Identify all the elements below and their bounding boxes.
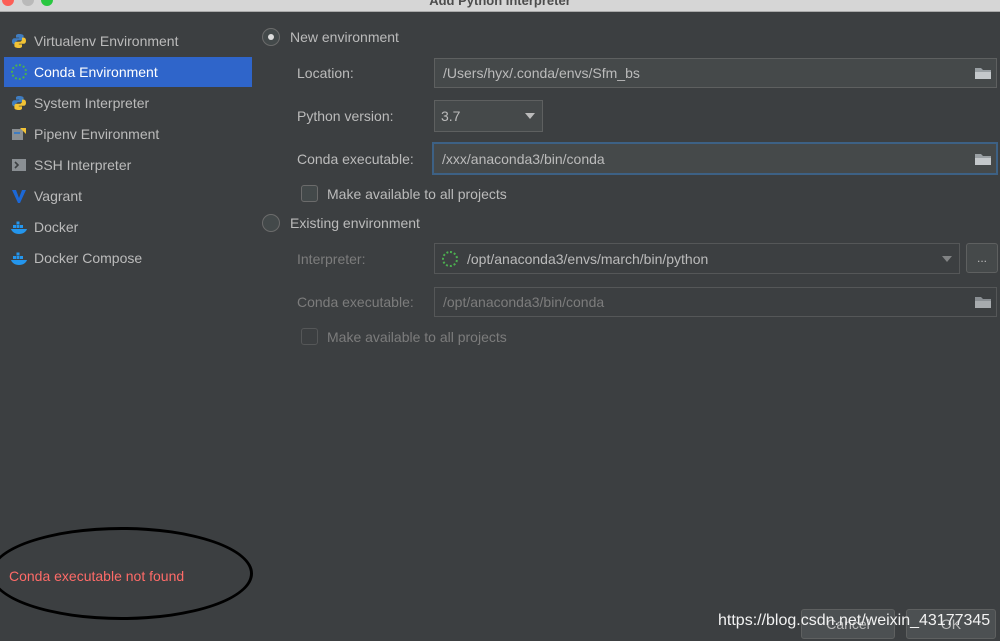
error-message: Conda executable not found: [9, 568, 185, 584]
make-available-label: Make available to all projects: [327, 185, 507, 202]
sidebar-item-docker[interactable]: Docker: [4, 212, 252, 242]
sidebar-item-ssh[interactable]: SSH Interpreter: [4, 150, 252, 180]
sidebar-item-label: Docker: [34, 219, 79, 235]
python-version-value: 3.7: [441, 108, 461, 124]
pipenv-icon: [10, 125, 28, 143]
sidebar-item-label: Virtualenv Environment: [34, 33, 179, 49]
location-label: Location:: [297, 65, 354, 81]
window-title: Add Python Interpreter: [429, 0, 571, 8]
conda-executable-field[interactable]: /xxx/anaconda3/bin/conda: [432, 142, 998, 175]
make-available-checkbox[interactable]: [301, 185, 318, 202]
make-available-checkbox-row[interactable]: Make available to all projects: [301, 185, 507, 202]
docker-icon: [10, 218, 28, 236]
existing-make-available-checkbox[interactable]: [301, 328, 318, 345]
vagrant-icon: [10, 187, 28, 205]
existing-environment-label: Existing environment: [290, 215, 420, 231]
folder-icon[interactable]: [970, 144, 996, 173]
sidebar-item-label: Vagrant: [34, 188, 82, 204]
existing-make-available-checkbox-row[interactable]: Make available to all projects: [301, 328, 507, 345]
existing-conda-executable-value: /opt/anaconda3/bin/conda: [443, 294, 605, 310]
python-icon: [10, 94, 28, 112]
python-version-label: Python version:: [297, 108, 394, 124]
location-field[interactable]: /Users/hyx/.conda/envs/Sfm_bs: [434, 58, 997, 88]
chevron-down-icon: [935, 255, 959, 262]
existing-conda-executable-field[interactable]: /opt/anaconda3/bin/conda: [434, 287, 997, 317]
sidebar-item-label: Docker Compose: [34, 250, 143, 266]
sidebar-item-label: Conda Environment: [34, 64, 158, 80]
existing-conda-executable-label: Conda executable:: [297, 294, 414, 310]
python-version-select[interactable]: 3.7: [434, 100, 543, 132]
sidebar-item-virtualenv[interactable]: Virtualenv Environment: [4, 26, 252, 56]
terminal-icon: [10, 156, 28, 174]
watermark: https://blog.csdn.net/weixin_43177345: [718, 612, 991, 629]
python-icon: [10, 32, 28, 50]
new-environment-label: New environment: [290, 29, 399, 45]
sidebar-item-vagrant[interactable]: Vagrant: [4, 181, 252, 211]
interpreter-select[interactable]: /opt/anaconda3/envs/march/bin/python: [434, 243, 960, 274]
sidebar-item-docker-compose[interactable]: Docker Compose: [4, 243, 252, 273]
sidebar-item-system-interpreter[interactable]: System Interpreter: [4, 88, 252, 118]
existing-environment-radio[interactable]: Existing environment: [262, 214, 420, 232]
docker-icon: [10, 249, 28, 267]
sidebar-item-label: Pipenv Environment: [34, 126, 160, 142]
folder-icon[interactable]: [970, 59, 996, 87]
title-bar: Add Python Interpreter: [0, 0, 1000, 12]
sidebar-item-conda[interactable]: Conda Environment: [4, 57, 252, 87]
chevron-down-icon: [518, 113, 542, 119]
interpreter-label: Interpreter:: [297, 251, 366, 267]
sidebar-item-label: System Interpreter: [34, 95, 150, 111]
sidebar-item-label: SSH Interpreter: [34, 157, 132, 173]
interpreter-value: /opt/anaconda3/envs/march/bin/python: [467, 250, 709, 267]
radio-button[interactable]: [262, 214, 280, 232]
conda-executable-label: Conda executable:: [297, 151, 414, 167]
conda-settings-panel: New environment Location: /Users/hyx/.co…: [256, 13, 1000, 641]
conda-executable-value: /xxx/anaconda3/bin/conda: [442, 150, 605, 167]
new-environment-radio[interactable]: New environment: [262, 28, 399, 46]
conda-icon: [10, 63, 28, 81]
location-value: /Users/hyx/.conda/envs/Sfm_bs: [443, 65, 640, 81]
folder-icon[interactable]: [970, 288, 996, 316]
conda-icon: [441, 250, 459, 268]
existing-make-available-label: Make available to all projects: [327, 328, 507, 345]
radio-button[interactable]: [262, 28, 280, 46]
sidebar-item-pipenv[interactable]: Pipenv Environment: [4, 119, 252, 149]
browse-interpreter-button[interactable]: ...: [966, 243, 998, 273]
